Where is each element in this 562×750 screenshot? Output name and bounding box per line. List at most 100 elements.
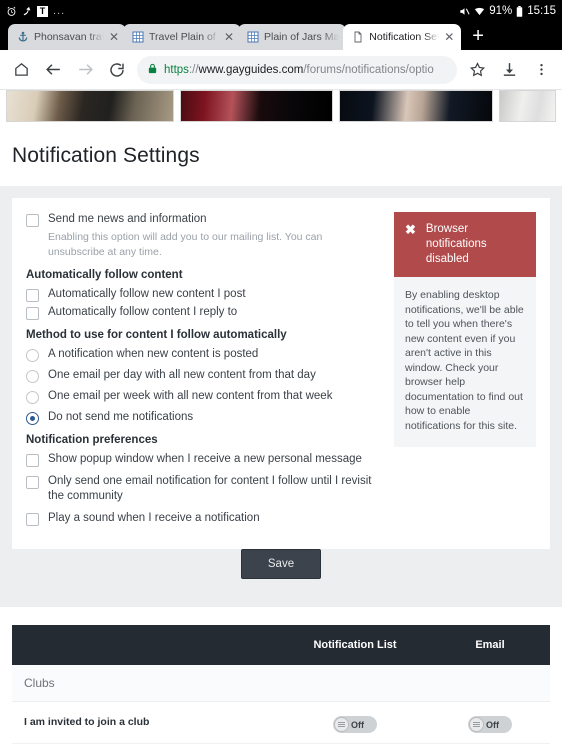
option-label: Show popup window when I receive a new p… bbox=[48, 453, 362, 465]
radio-method-none[interactable] bbox=[26, 412, 39, 425]
notification-table-header: Notification List Email bbox=[12, 625, 550, 665]
option-one-email-until-revisit[interactable]: Only send one email notification for con… bbox=[26, 474, 380, 504]
android-status-bar: T ... 91% 15:15 bbox=[0, 0, 562, 22]
clock-label: 15:15 bbox=[527, 5, 556, 17]
section-spacer bbox=[0, 607, 562, 625]
browser-tab-2[interactable]: Plain of Jars Ma bbox=[238, 24, 347, 50]
option-method-daily-email[interactable]: One email per day with all new content f… bbox=[26, 368, 380, 383]
option-label: Send me news and information bbox=[48, 213, 207, 225]
grid-icon bbox=[132, 31, 144, 43]
option-follow-reply[interactable]: Automatically follow content I reply to bbox=[26, 305, 380, 320]
overflow-menu-icon[interactable] bbox=[526, 55, 556, 85]
page-title: Notification Settings bbox=[12, 144, 200, 167]
radio-method-daily-email[interactable] bbox=[26, 370, 39, 383]
toggle-state-label: Off bbox=[486, 719, 499, 730]
browser-tab-title: Notification Sett bbox=[369, 31, 440, 43]
row-label: I am invited to join a club bbox=[24, 716, 150, 728]
radio-method-notification[interactable] bbox=[26, 349, 39, 362]
notice-body: By enabling desktop notifications, we'll… bbox=[394, 277, 536, 447]
save-button[interactable]: Save bbox=[240, 549, 322, 579]
banner-image-3[interactable] bbox=[339, 90, 493, 122]
table-row: I am invited to join a club Off Off bbox=[12, 702, 550, 744]
tab-close-icon[interactable]: ✕ bbox=[109, 31, 119, 43]
text-badge-icon: T bbox=[37, 5, 48, 17]
toggle-knob-icon bbox=[469, 717, 484, 732]
battery-icon bbox=[516, 5, 523, 17]
option-follow-new-post[interactable]: Automatically follow new content I post bbox=[26, 287, 380, 302]
notice-box: ✖ Browser notifications disabled By enab… bbox=[394, 212, 536, 447]
toggle-switch[interactable]: Off bbox=[333, 716, 377, 733]
new-tab-button[interactable]: + bbox=[472, 26, 484, 46]
alarm-icon bbox=[6, 6, 17, 17]
notification-matrix: Notification List Email Clubs I am invit… bbox=[0, 625, 562, 750]
notice-title: Browser notifications disabled bbox=[425, 223, 487, 265]
option-label: Automatically follow content I reply to bbox=[48, 306, 238, 318]
x-mark-icon: ✖ bbox=[405, 222, 416, 237]
star-icon[interactable] bbox=[462, 55, 492, 85]
column-header-notification-list: Notification List bbox=[313, 639, 397, 651]
checkbox-play-sound[interactable] bbox=[26, 513, 39, 526]
banner-ad-strip bbox=[0, 90, 562, 122]
settings-card: Send me news and information Enabling th… bbox=[12, 198, 550, 549]
option-label: Do not send me notifications bbox=[48, 411, 194, 423]
url-bar[interactable]: https://www.gayguides.com/forums/notific… bbox=[137, 55, 457, 84]
settings-panel: Send me news and information Enabling th… bbox=[0, 186, 562, 607]
reload-icon[interactable] bbox=[102, 55, 132, 85]
checkbox-one-email-until-revisit[interactable] bbox=[26, 476, 39, 489]
forward-arrow-icon bbox=[70, 55, 100, 85]
home-icon[interactable] bbox=[6, 55, 36, 85]
browser-notification-notice: ✖ Browser notifications disabled By enab… bbox=[394, 212, 536, 533]
overflow-dots-icon: ... bbox=[53, 5, 66, 17]
browser-tab-1[interactable]: Travel Plain of J ✕ bbox=[123, 24, 241, 50]
notice-header: ✖ Browser notifications disabled bbox=[394, 212, 536, 277]
group-title-method: Method to use for content I follow autom… bbox=[26, 329, 287, 341]
table-section-clubs: Clubs bbox=[12, 665, 550, 702]
checkbox-popup-message[interactable] bbox=[26, 454, 39, 467]
option-hint-send-news: Enabling this option will add you to our… bbox=[48, 231, 323, 258]
url-scheme: https bbox=[164, 63, 189, 76]
anchor-icon bbox=[17, 31, 29, 43]
tab-close-icon[interactable]: ✕ bbox=[444, 31, 454, 43]
option-label: One email per day with all new content f… bbox=[48, 369, 316, 381]
share-icon bbox=[22, 6, 32, 17]
toggle-switch[interactable]: Off bbox=[468, 716, 512, 733]
option-popup-message[interactable]: Show popup window when I receive a new p… bbox=[26, 452, 380, 467]
option-method-weekly-email[interactable]: One email per week with all new content … bbox=[26, 389, 380, 404]
lock-icon bbox=[147, 61, 158, 79]
url-text: https://www.gayguides.com/forums/notific… bbox=[164, 64, 434, 76]
page-icon bbox=[352, 31, 364, 43]
save-button-row: Save bbox=[12, 549, 550, 595]
checkbox-follow-new-post[interactable] bbox=[26, 289, 39, 302]
option-label: Only send one email notification for con… bbox=[48, 475, 372, 502]
url-path: /forums/notifications/optio bbox=[303, 63, 434, 76]
browser-toolbar: https://www.gayguides.com/forums/notific… bbox=[0, 50, 562, 90]
option-label: Automatically follow new content I post bbox=[48, 288, 246, 300]
banner-image-1[interactable] bbox=[6, 90, 175, 122]
table-row: A Leader responds to my request to join … bbox=[12, 744, 550, 750]
column-header-email: Email bbox=[475, 639, 505, 651]
group-title-follow: Automatically follow content bbox=[26, 269, 183, 281]
wifi-icon bbox=[474, 6, 485, 17]
row-toggle-email: Off bbox=[430, 712, 550, 733]
radio-method-weekly-email[interactable] bbox=[26, 391, 39, 404]
battery-percent-label: 91% bbox=[489, 5, 513, 17]
checkbox-send-news[interactable] bbox=[26, 214, 39, 227]
option-label: Play a sound when I receive a notificati… bbox=[48, 512, 260, 524]
banner-image-4[interactable] bbox=[498, 90, 556, 122]
mute-icon bbox=[459, 6, 470, 17]
option-play-sound[interactable]: Play a sound when I receive a notificati… bbox=[26, 511, 380, 526]
browser-tab-title: Phonsavan trave bbox=[34, 31, 104, 43]
option-send-news[interactable]: Send me news and information bbox=[26, 212, 380, 227]
checkbox-follow-reply[interactable] bbox=[26, 307, 39, 320]
tab-strip: Phonsavan trave ✕ Travel Plain of J ✕ Pl… bbox=[0, 22, 562, 50]
browser-tab-0[interactable]: Phonsavan trave ✕ bbox=[0, 24, 126, 50]
banner-image-2[interactable] bbox=[180, 90, 334, 122]
option-method-notification[interactable]: A notification when new content is poste… bbox=[26, 347, 380, 362]
download-icon[interactable] bbox=[494, 55, 524, 85]
browser-tab-3[interactable]: Notification Sett ✕ bbox=[343, 24, 462, 50]
browser-tab-title: Plain of Jars Ma bbox=[264, 31, 340, 43]
web-page-content: Notification Settings Send me news and i… bbox=[0, 90, 562, 750]
tab-close-icon[interactable]: ✕ bbox=[224, 31, 234, 43]
option-method-none[interactable]: Do not send me notifications bbox=[26, 410, 380, 425]
back-arrow-icon[interactable] bbox=[38, 55, 68, 85]
